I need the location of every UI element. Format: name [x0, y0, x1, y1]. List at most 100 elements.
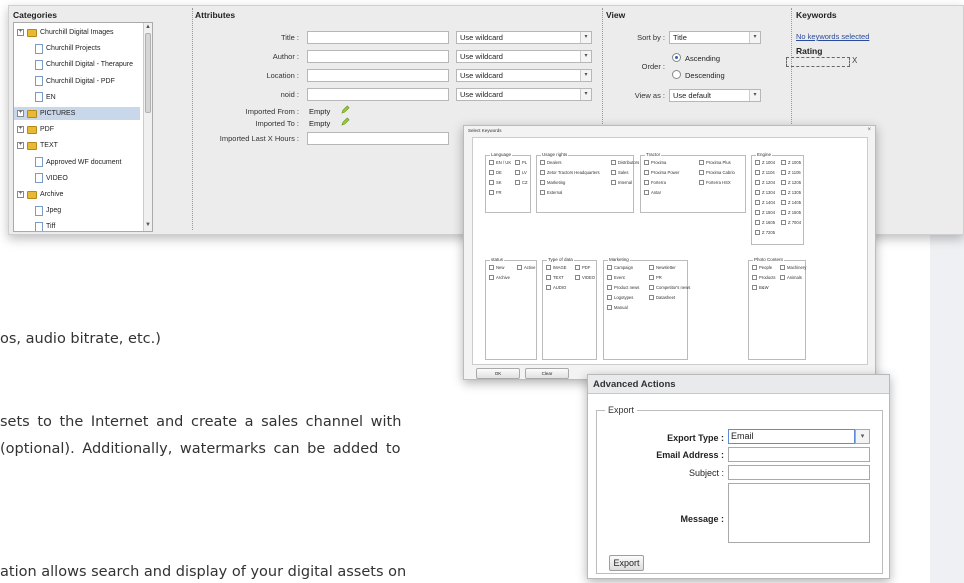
- expand-icon[interactable]: +: [17, 110, 24, 117]
- checkbox-icon[interactable]: [607, 285, 612, 290]
- checkbox-icon[interactable]: [644, 180, 649, 185]
- expand-icon[interactable]: +: [17, 142, 24, 150]
- checkbox-icon[interactable]: [644, 190, 649, 195]
- keyword-checkbox[interactable]: Logotypes: [607, 295, 633, 300]
- checkbox-icon[interactable]: [755, 180, 760, 185]
- imported-last-input[interactable]: [307, 132, 449, 145]
- keyword-checkbox[interactable]: Forterra: [644, 180, 666, 185]
- keyword-checkbox[interactable]: Campaign: [607, 265, 633, 270]
- checkbox-icon[interactable]: [755, 220, 760, 225]
- category-tree[interactable]: + Churchill Digital Images Churchill Proje…: [13, 22, 153, 232]
- checkbox-icon[interactable]: [607, 275, 612, 280]
- keyword-checkbox[interactable]: Distributors: [611, 160, 639, 165]
- keyword-checkbox[interactable]: Z 1105: [781, 170, 801, 175]
- keyword-checkbox[interactable]: Antar: [644, 190, 661, 195]
- email-field[interactable]: [728, 447, 870, 462]
- clear-rating-button[interactable]: X: [852, 56, 857, 65]
- keyword-checkbox[interactable]: Active: [517, 265, 535, 270]
- keyword-checkbox[interactable]: EN / UK: [489, 160, 511, 165]
- clear-button[interactable]: Clear: [525, 368, 569, 379]
- keyword-checkbox[interactable]: LV: [515, 170, 527, 175]
- tree-item[interactable]: + Archive: [14, 188, 63, 201]
- checkbox-icon[interactable]: [781, 170, 786, 175]
- checkbox-icon[interactable]: [515, 170, 520, 175]
- checkbox-icon[interactable]: [607, 295, 612, 300]
- checkbox-icon[interactable]: [540, 180, 545, 185]
- tree-item[interactable]: + PICTURES: [14, 107, 140, 120]
- keyword-checkbox[interactable]: PR: [649, 275, 662, 280]
- keyword-checkbox[interactable]: Z 1205: [781, 180, 801, 185]
- expand-icon[interactable]: +: [17, 191, 24, 198]
- keyword-checkbox[interactable]: Proxima Power: [644, 170, 679, 175]
- message-field[interactable]: [728, 483, 870, 543]
- keyword-checkbox[interactable]: Forterra HSX: [699, 180, 731, 185]
- tree-item[interactable]: Jpeg: [14, 204, 61, 217]
- checkbox-icon[interactable]: [649, 285, 654, 290]
- tree-item[interactable]: VIDEO: [14, 172, 68, 185]
- tree-item[interactable]: Churchill Projects: [14, 42, 100, 55]
- keyword-checkbox[interactable]: Competitor's news: [649, 285, 690, 290]
- checkbox-icon[interactable]: [607, 265, 612, 270]
- tree-item[interactable]: + Churchill Digital Images: [14, 26, 114, 39]
- checkbox-icon[interactable]: [517, 265, 522, 270]
- checkbox-icon[interactable]: [649, 265, 654, 270]
- keyword-checkbox[interactable]: CZ: [515, 180, 528, 185]
- checkbox-icon[interactable]: [644, 170, 649, 175]
- keyword-checkbox[interactable]: B&W: [752, 285, 769, 290]
- tree-item[interactable]: Approved WF document: [14, 156, 121, 169]
- checkbox-icon[interactable]: [752, 285, 757, 290]
- checkbox-icon[interactable]: [489, 265, 494, 270]
- keyword-checkbox[interactable]: Z 7004: [781, 220, 801, 225]
- keywords-link[interactable]: No keywords selected: [796, 32, 869, 41]
- keyword-checkbox[interactable]: External: [540, 190, 562, 195]
- scroll-down-icon[interactable]: ▼: [144, 222, 152, 230]
- checkbox-icon[interactable]: [781, 190, 786, 195]
- keyword-checkbox[interactable]: Z 1204: [755, 180, 775, 185]
- checkbox-icon[interactable]: [546, 285, 551, 290]
- noid-input[interactable]: [307, 88, 449, 101]
- keyword-checkbox[interactable]: Z 1005: [781, 160, 801, 165]
- scroll-up-icon[interactable]: ▲: [144, 24, 152, 32]
- keyword-checkbox[interactable]: PDF: [575, 265, 590, 270]
- keyword-checkbox[interactable]: Proxima Cabrio: [699, 170, 735, 175]
- rating-stars[interactable]: [786, 57, 850, 67]
- close-icon[interactable]: ×: [867, 127, 871, 133]
- checkbox-icon[interactable]: [649, 275, 654, 280]
- keyword-checkbox[interactable]: Dealers: [540, 160, 561, 165]
- location-input[interactable]: [307, 69, 449, 82]
- tree-scrollbar[interactable]: ▲ ▼: [143, 23, 152, 231]
- checkbox-icon[interactable]: [649, 295, 654, 300]
- keyword-checkbox[interactable]: SK: [489, 180, 502, 185]
- keyword-checkbox[interactable]: Product news: [607, 285, 639, 290]
- keyword-checkbox[interactable]: Z 1004: [755, 160, 775, 165]
- tree-item[interactable]: Churchill Digital - PDF: [14, 75, 115, 88]
- checkbox-icon[interactable]: [780, 275, 785, 280]
- tree-item[interactable]: Tiff: [14, 220, 55, 231]
- expand-icon[interactable]: +: [17, 126, 24, 134]
- keyword-checkbox[interactable]: Z 1505: [781, 210, 801, 215]
- sort-by-select[interactable]: Title ▾: [669, 31, 761, 44]
- keyword-checkbox[interactable]: People: [752, 265, 772, 270]
- keyword-checkbox[interactable]: Z 1305: [781, 190, 801, 195]
- checkbox-icon[interactable]: [644, 160, 649, 165]
- checkbox-icon[interactable]: [781, 160, 786, 165]
- checkbox-icon[interactable]: [752, 265, 757, 270]
- keyword-checkbox[interactable]: Archive: [489, 275, 510, 280]
- checkbox-icon[interactable]: [607, 305, 612, 310]
- descending-radio[interactable]: [672, 70, 681, 79]
- checkbox-icon[interactable]: [781, 200, 786, 205]
- checkbox-icon[interactable]: [489, 180, 494, 185]
- expand-icon[interactable]: +: [17, 29, 24, 36]
- checkbox-icon[interactable]: [755, 230, 760, 235]
- keyword-checkbox[interactable]: Manual: [607, 305, 628, 310]
- view-as-select[interactable]: Use default ▾: [669, 89, 761, 102]
- keyword-checkbox[interactable]: TEXT: [546, 275, 564, 280]
- checkbox-icon[interactable]: [780, 265, 785, 270]
- checkbox-icon[interactable]: [540, 170, 545, 175]
- keyword-checkbox[interactable]: Internal: [611, 180, 632, 185]
- tree-item[interactable]: Churchill Digital - Therapure: [14, 58, 133, 71]
- checkbox-icon[interactable]: [755, 210, 760, 215]
- keyword-checkbox[interactable]: Z 1104: [755, 170, 775, 175]
- keyword-checkbox[interactable]: Event: [607, 275, 625, 280]
- checkbox-icon[interactable]: [755, 200, 760, 205]
